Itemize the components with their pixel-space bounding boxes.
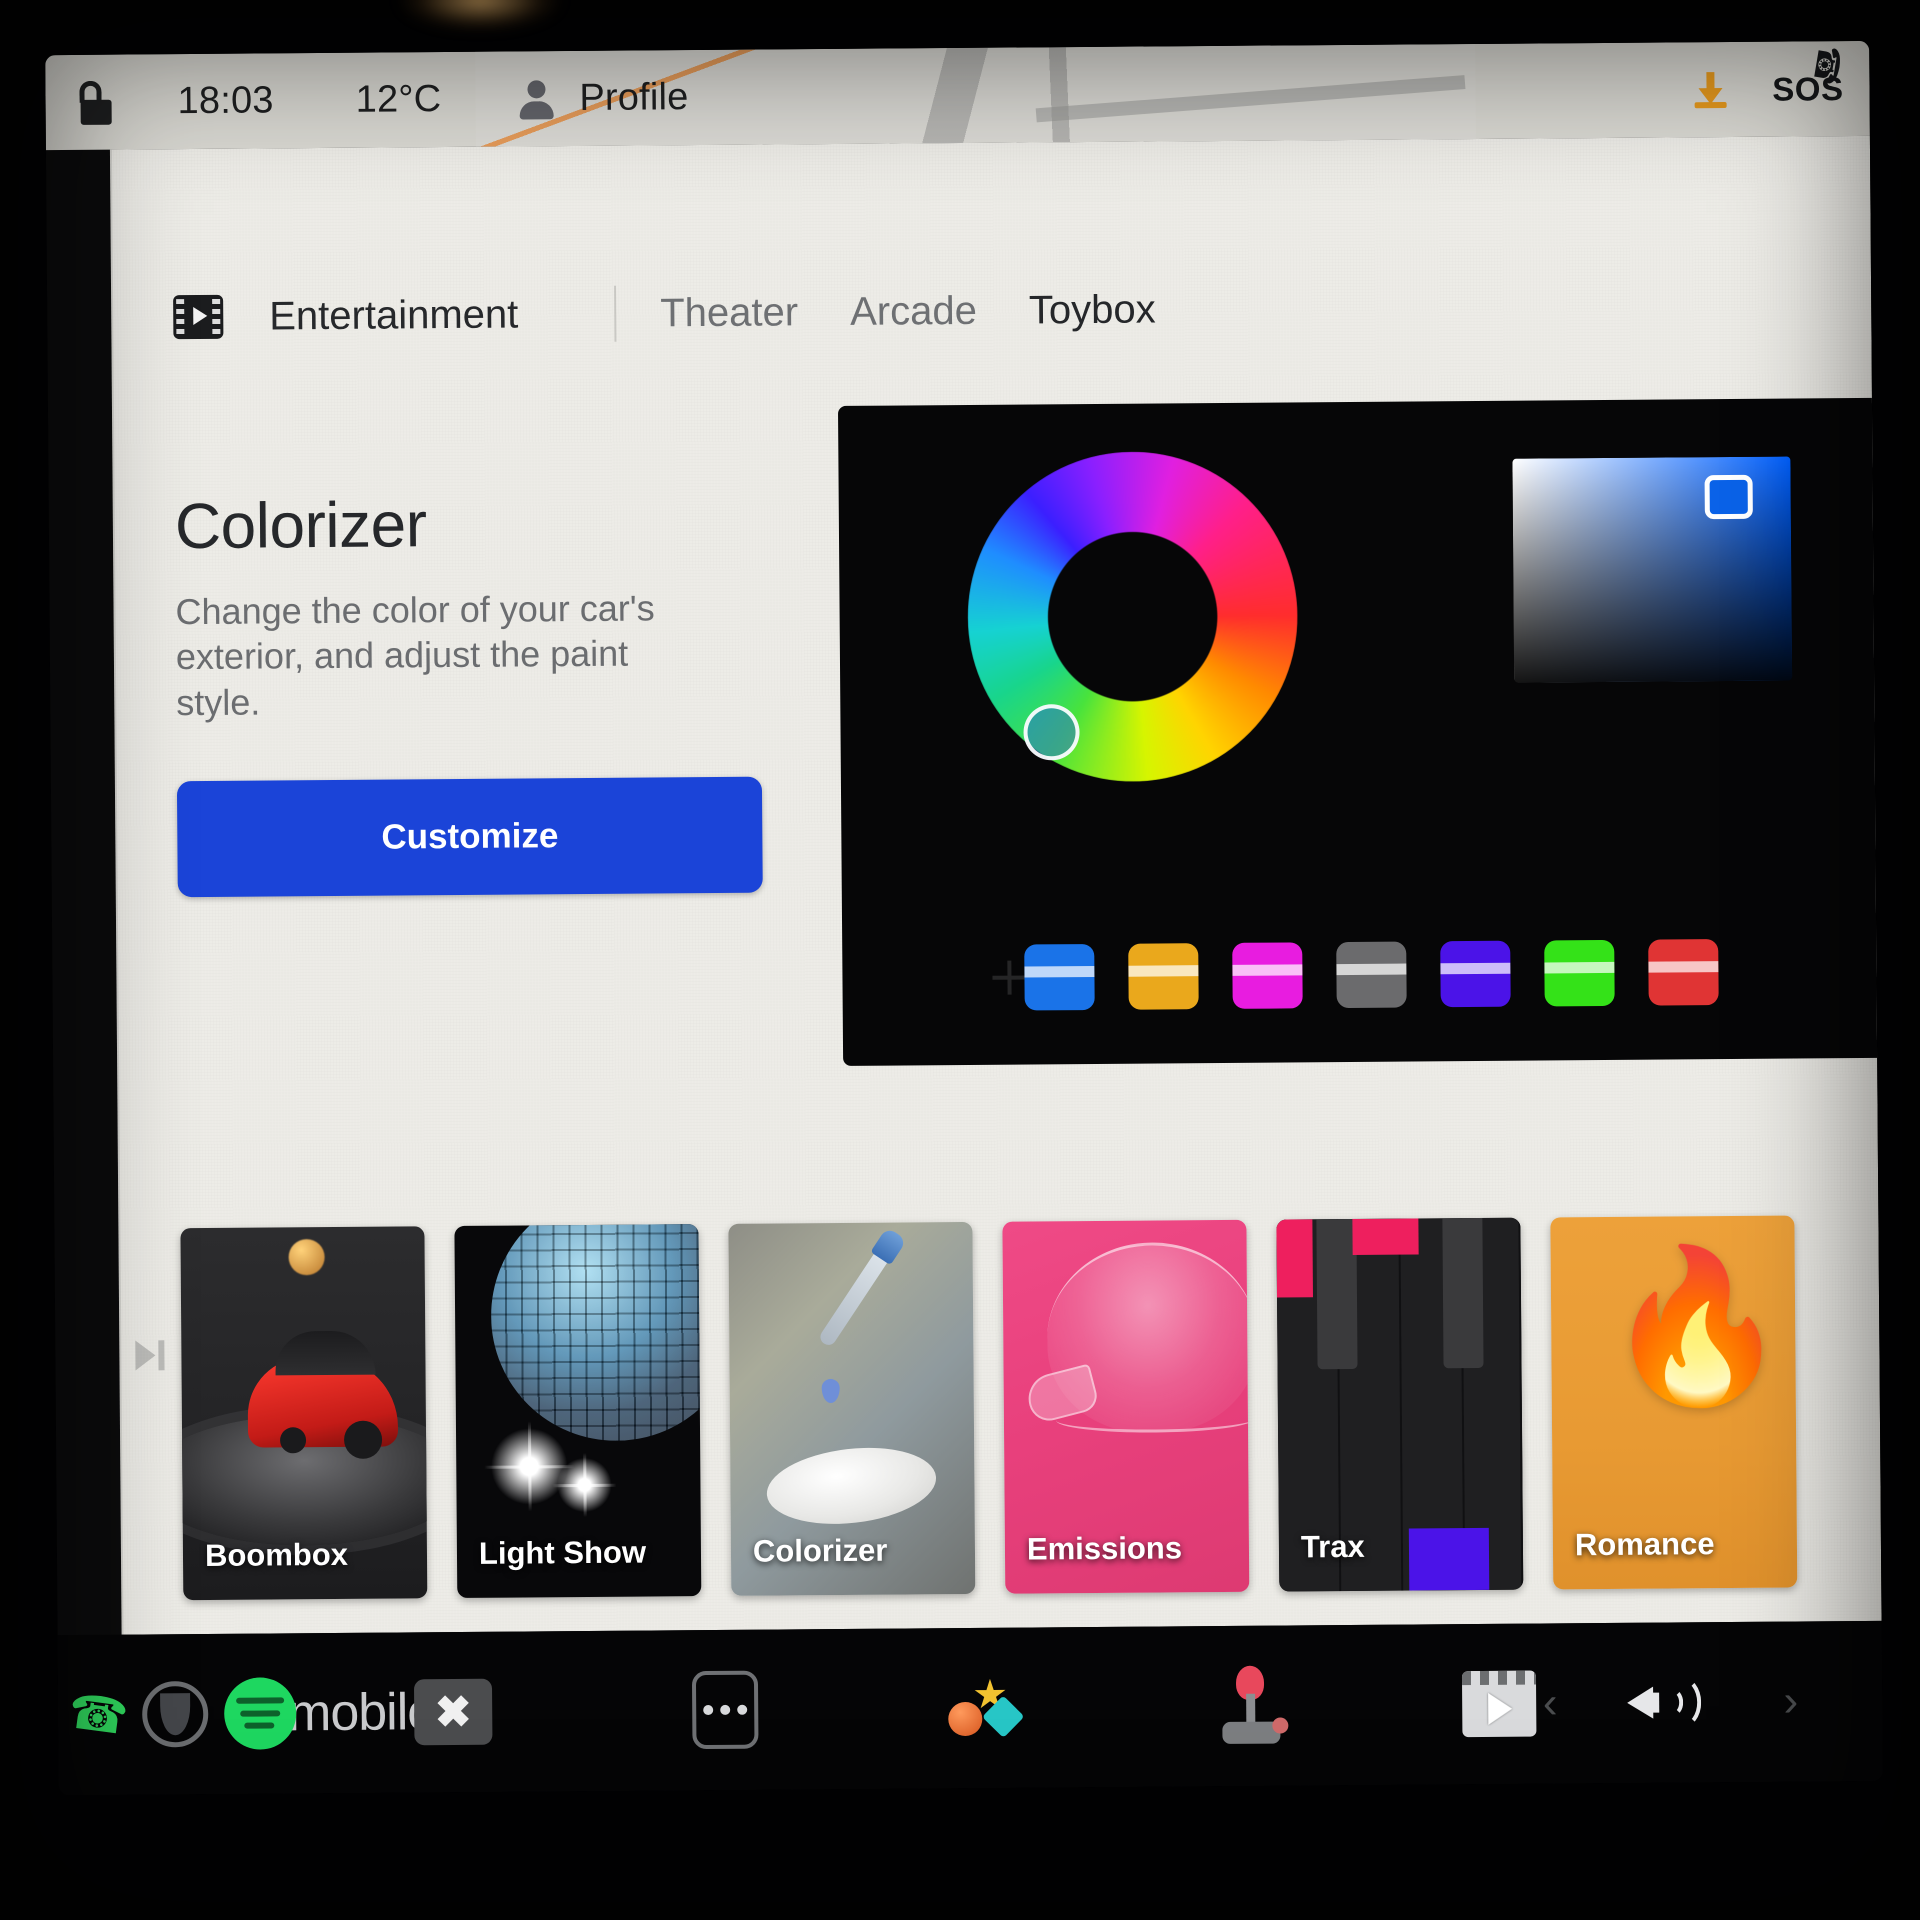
trax-accent-violet [1408,1527,1490,1591]
card-label: Emissions [1026,1530,1183,1567]
color-swatch-row [842,938,1881,1012]
download-arrow-icon[interactable] [1690,69,1730,109]
card-light-show[interactable]: Light Show [454,1224,702,1599]
person-icon [515,78,557,120]
card-boombox[interactable]: Boombox [180,1226,428,1601]
sparkle-icon [552,1452,617,1518]
tab-divider [614,285,617,342]
toybox-card-strip: Boombox Light Show Colorizer Emissions T… [180,1215,1798,1601]
paint-puddle [762,1439,941,1533]
card-emissions[interactable]: Emissions [1002,1219,1250,1594]
media-control-ring-icon[interactable] [141,1680,209,1748]
dashcam-icon[interactable]: ✖ [413,1678,493,1746]
card-label: Colorizer [752,1532,888,1569]
skip-next-icon[interactable] [135,1338,169,1372]
bottom-taskbar: ☎ mobilox ✖ ★ ‹ › [57,1620,1883,1796]
card-label: Romance [1574,1526,1715,1563]
theater-film-icon[interactable] [1461,1670,1537,1738]
trax-accent-pink [1352,1218,1419,1255]
card-romance[interactable]: 🔥 Romance [1550,1215,1798,1590]
page-description: Change the color of your car's exterior,… [175,587,655,723]
phone-icon: ☎ [1806,42,1849,88]
tab-toybox[interactable]: Toybox [1029,287,1156,333]
entertainment-page: Entertainment Theater Arcade Toybox Colo… [109,135,1882,1635]
chevron-right-icon[interactable]: › [1783,1676,1798,1726]
trax-accent-pink [1276,1219,1313,1298]
disco-ball-icon [490,1224,702,1442]
toybox-icon[interactable]: ★ [944,1672,1029,1745]
outside-temperature: 12°C [355,78,442,121]
color-swatch-blue[interactable] [1024,943,1095,1011]
status-bar: 18:03 12°C Profile SOS ☎ [45,40,1870,151]
eyedropper-paint-icon [817,1245,893,1348]
color-swatch-red[interactable] [1648,939,1719,1006]
music-app-icon[interactable] [223,1677,297,1750]
film-strip-play-icon[interactable] [173,294,224,340]
campfire-icon: 🔥 [1602,1240,1791,1410]
red-car-turntable-icon [288,1239,325,1276]
color-swatch-gold[interactable] [1128,943,1199,1010]
card-trax[interactable]: Trax [1276,1217,1524,1592]
color-swatch-violet[interactable] [1440,940,1511,1008]
colorizer-preview [837,397,1882,1066]
unlocked-padlock-icon[interactable] [73,80,117,125]
page-left-divider [109,149,124,1635]
profile-button[interactable]: Profile [515,76,689,120]
cushion-rim [1055,1405,1250,1434]
photo-of-car-screen: 18:03 12°C Profile SOS ☎ Entertainment T… [0,0,1920,1920]
tab-bar: Entertainment Theater Arcade Toybox [173,281,1156,345]
hue-selector-knob[interactable] [1023,704,1080,761]
tab-theater[interactable]: Theater [660,290,798,336]
color-swatch-magenta[interactable] [1232,942,1303,1009]
volume-speaker-icon[interactable] [1627,1670,1714,1735]
card-label: Trax [1300,1528,1365,1565]
car-touchscreen: 18:03 12°C Profile SOS ☎ Entertainment T… [45,40,1883,1796]
color-hue-wheel[interactable] [966,450,1299,783]
sos-button[interactable]: SOS ☎ [1772,42,1848,109]
piano-black-key [1316,1218,1358,1370]
paint-drop [821,1378,840,1404]
sv-selector-knob[interactable] [1704,474,1753,520]
card-label: Boombox [204,1536,349,1573]
saturation-brightness-square[interactable] [1512,456,1793,683]
phone-call-icon[interactable]: ☎ [65,1683,132,1746]
customize-button[interactable]: Customize [176,776,763,898]
page-title: Colorizer [174,488,427,563]
tab-entertainment[interactable]: Entertainment [269,292,518,339]
camera-glare [400,0,560,30]
card-colorizer[interactable]: Colorizer [728,1221,976,1596]
piano-black-key [1442,1217,1484,1369]
hero-detail-panel: Colorizer Change the color of your car's… [174,484,818,898]
clock-time: 18:03 [177,79,274,123]
joystick-arcade-icon[interactable] [1214,1665,1289,1746]
profile-label: Profile [579,76,689,119]
color-swatch-gray[interactable] [1336,941,1407,1009]
color-swatch-green[interactable] [1544,939,1615,1007]
three-dots-icon[interactable] [691,1670,759,1750]
card-label: Light Show [478,1534,647,1571]
red-car-shape [247,1356,399,1448]
chevron-left-icon[interactable]: ‹ [1543,1678,1558,1728]
tab-arcade[interactable]: Arcade [850,288,977,334]
